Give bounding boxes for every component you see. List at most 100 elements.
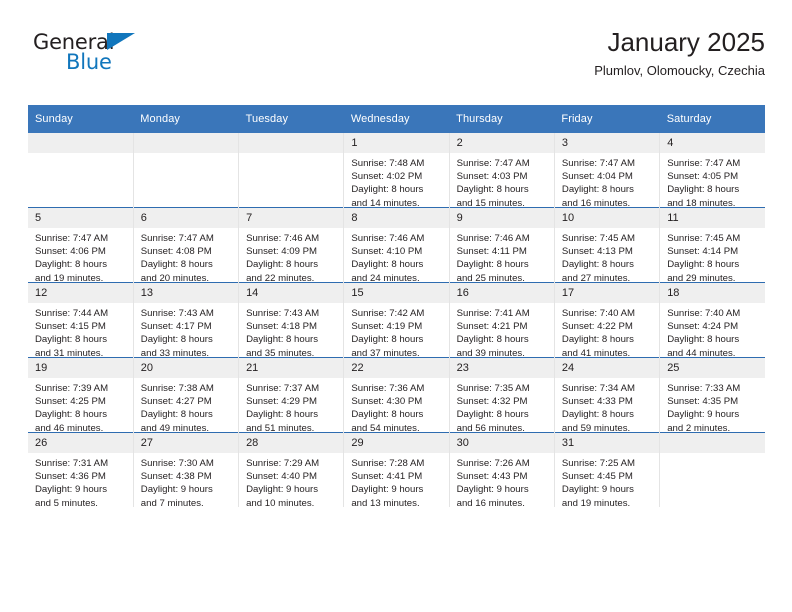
day-cell-inner: 9 Sunrise: 7:46 AM Sunset: 4:11 PM Daylight… [449,208,554,284]
calendar-week-row: 5 Sunrise: 7:47 AM Sunset: 4:06 PM Daylight… [28,207,765,285]
daylight-text: Daylight: 8 hours [561,334,634,346]
calendar-day-cell[interactable]: 20 Sunrise: 7:38 AM Sunset: 4:27 PM Dayligh… [133,357,240,434]
calendar-day-cell[interactable]: 8 Sunrise: 7:46 AM Sunset: 4:10 PM Daylight… [343,207,450,284]
sunset-text: Sunset: 4:24 PM [667,321,739,333]
calendar-day-cell[interactable]: 31 Sunrise: 7:25 AM Sunset: 4:45 PM Dayligh… [554,432,661,510]
weekday-header-friday: Friday [554,105,660,133]
day-details [28,153,133,157]
day-details: Sunrise: 7:29 AM Sunset: 4:40 PM Daylight:… [239,453,343,510]
day-cell-inner: 12 Sunrise: 7:44 AM Sunset: 4:15 PM Dayligh… [28,283,133,360]
calendar-day-cell[interactable]: 16 Sunrise: 7:41 AM Sunset: 4:21 PM Dayligh… [449,282,555,359]
day-number: 13 [133,283,239,303]
sunrise-text: Sunrise: 7:44 AM [35,308,109,319]
calendar-day-cell[interactable]: 15 Sunrise: 7:42 AM Sunset: 4:19 PM Dayligh… [343,282,450,359]
calendar-cell-empty [659,432,765,507]
calendar-week-row: 26 Sunrise: 7:31 AM Sunset: 4:36 PM Dayligh… [28,432,765,510]
calendar-day-cell[interactable]: 27 Sunrise: 7:30 AM Sunset: 4:38 PM Dayligh… [133,432,240,509]
sunrise-text: Sunrise: 7:48 AM [351,158,425,169]
day-number: 27 [133,433,239,453]
calendar-day-cell[interactable]: 9 Sunrise: 7:46 AM Sunset: 4:11 PM Daylight… [449,207,555,284]
day-cell-inner: 21 Sunrise: 7:37 AM Sunset: 4:29 PM Dayligh… [239,358,344,435]
daylight-text: Daylight: 8 hours [667,334,740,346]
calendar-day-cell[interactable]: 12 Sunrise: 7:44 AM Sunset: 4:15 PM Dayligh… [28,282,134,360]
sunset-text: Sunset: 4:40 PM [246,471,317,483]
calendar-day-cell[interactable]: 21 Sunrise: 7:37 AM Sunset: 4:29 PM Dayligh… [238,357,345,435]
day-details: Sunrise: 7:37 AM Sunset: 4:29 PM Daylight:… [239,378,343,435]
daylight-text: Daylight: 8 hours [351,259,424,271]
daylight-text: and 7 minutes. [140,497,204,509]
calendar-day-cell[interactable]: 5 Sunrise: 7:47 AM Sunset: 4:06 PM Daylight… [28,207,134,285]
sunrise-text: Sunrise: 7:35 AM [456,383,530,394]
day-cell-inner [28,133,133,207]
day-details: Sunrise: 7:47 AM Sunset: 4:06 PM Daylight:… [28,228,133,285]
day-details: Sunrise: 7:40 AM Sunset: 4:22 PM Daylight:… [555,303,659,360]
sunset-text: Sunset: 4:02 PM [351,171,423,183]
daylight-text: Daylight: 8 hours [35,259,107,271]
calendar-day-cell[interactable]: 28 Sunrise: 7:29 AM Sunset: 4:40 PM Dayligh… [238,432,345,510]
day-details: Sunrise: 7:43 AM Sunset: 4:18 PM Daylight:… [239,303,343,360]
sunrise-text: Sunrise: 7:36 AM [351,383,425,394]
daylight-text: Daylight: 9 hours [246,484,319,496]
day-number: 24 [554,358,660,378]
calendar-day-cell[interactable]: 2 Sunrise: 7:47 AM Sunset: 4:03 PM Daylight… [449,133,555,209]
day-number: 5 [28,208,133,228]
day-details: Sunrise: 7:34 AM Sunset: 4:33 PM Daylight:… [555,378,659,435]
calendar-day-cell[interactable]: 1 Sunrise: 7:48 AM Sunset: 4:02 PM Daylight… [343,133,450,209]
calendar-day-cell[interactable]: 25 Sunrise: 7:33 AM Sunset: 4:35 PM Dayligh… [659,357,765,434]
day-number: 31 [554,433,660,453]
day-number: 11 [660,208,765,228]
day-cell-inner: 17 Sunrise: 7:40 AM Sunset: 4:22 PM Dayligh… [554,283,660,360]
day-cell-inner: 27 Sunrise: 7:30 AM Sunset: 4:38 PM Dayligh… [133,433,239,509]
sunrise-text: Sunrise: 7:30 AM [140,458,214,469]
weekday-header-row: Sunday Monday Tuesday Wednesday Thursday Frid… [28,105,765,133]
calendar-day-cell[interactable]: 29 Sunrise: 7:28 AM Sunset: 4:41 PM Dayligh… [343,432,450,509]
calendar-day-cell[interactable]: 3 Sunrise: 7:47 AM Sunset: 4:04 PM Daylight… [554,133,661,209]
sunset-text: Sunset: 4:30 PM [351,396,423,408]
sunrise-text: Sunrise: 7:42 AM [351,308,425,319]
day-number [28,133,133,153]
daylight-text: Daylight: 9 hours [140,484,213,496]
calendar-day-cell[interactable]: 30 Sunrise: 7:26 AM Sunset: 4:43 PM Dayligh… [449,432,555,509]
daylight-text: Daylight: 8 hours [351,184,424,196]
day-details: Sunrise: 7:25 AM Sunset: 4:45 PM Daylight:… [555,453,659,510]
calendar-day-cell[interactable]: 22 Sunrise: 7:36 AM Sunset: 4:30 PM Dayligh… [343,357,450,434]
sunset-text: Sunset: 4:14 PM [667,246,739,258]
calendar-day-cell[interactable]: 26 Sunrise: 7:31 AM Sunset: 4:36 PM Dayligh… [28,432,134,509]
sunset-text: Sunset: 4:19 PM [351,321,423,333]
daylight-text: Daylight: 8 hours [456,409,529,421]
day-number: 6 [133,208,239,228]
calendar-day-cell[interactable]: 14 Sunrise: 7:43 AM Sunset: 4:18 PM Dayligh… [238,282,345,360]
day-cell-inner: 24 Sunrise: 7:34 AM Sunset: 4:33 PM Dayligh… [554,358,660,435]
calendar-page: General Blue January 2025 Plumlov, Olomo… [0,0,792,612]
calendar-day-cell[interactable]: 24 Sunrise: 7:34 AM Sunset: 4:33 PM Dayligh… [554,357,661,435]
day-number: 12 [28,283,133,303]
calendar-day-cell[interactable]: 17 Sunrise: 7:40 AM Sunset: 4:22 PM Dayligh… [554,282,661,360]
page-subtitle: Plumlov, Olomoucky, Czechia [594,62,765,78]
sunrise-text: Sunrise: 7:43 AM [246,308,320,319]
general-blue-logo[interactable]: General Blue [33,32,163,84]
calendar-day-cell[interactable]: 23 Sunrise: 7:35 AM Sunset: 4:32 PM Dayligh… [449,357,555,434]
day-number: 25 [660,358,765,378]
day-details [660,453,765,457]
sunrise-text: Sunrise: 7:46 AM [456,233,530,244]
calendar-day-cell[interactable]: 4 Sunrise: 7:47 AM Sunset: 4:05 PM Daylight… [659,133,765,209]
calendar-week-row: 19 Sunrise: 7:39 AM Sunset: 4:25 PM Dayligh… [28,357,765,435]
day-cell-inner: 31 Sunrise: 7:25 AM Sunset: 4:45 PM Dayligh… [554,433,660,510]
calendar-day-cell[interactable]: 19 Sunrise: 7:39 AM Sunset: 4:25 PM Dayligh… [28,357,134,434]
sunrise-text: Sunrise: 7:26 AM [456,458,530,469]
calendar-day-cell[interactable]: 18 Sunrise: 7:40 AM Sunset: 4:24 PM Dayligh… [659,282,765,360]
daylight-text: Daylight: 8 hours [246,334,319,346]
calendar-day-cell[interactable]: 7 Sunrise: 7:46 AM Sunset: 4:09 PM Daylight… [238,207,345,284]
calendar-day-cell[interactable]: 11 Sunrise: 7:45 AM Sunset: 4:14 PM Dayligh… [659,207,765,284]
daylight-text: Daylight: 8 hours [140,259,213,271]
day-cell-inner: 8 Sunrise: 7:46 AM Sunset: 4:10 PM Daylight… [344,208,449,284]
daylight-text: Daylight: 9 hours [35,484,107,496]
calendar-day-cell[interactable]: 6 Sunrise: 7:47 AM Sunset: 4:08 PM Daylight… [133,207,240,284]
calendar-day-cell[interactable]: 10 Sunrise: 7:45 AM Sunset: 4:13 PM Dayligh… [554,207,661,284]
day-cell-inner: 13 Sunrise: 7:43 AM Sunset: 4:17 PM Dayligh… [133,283,239,359]
day-details: Sunrise: 7:40 AM Sunset: 4:24 PM Daylight:… [660,303,765,360]
sunrise-text: Sunrise: 7:28 AM [351,458,425,469]
day-details: Sunrise: 7:44 AM Sunset: 4:15 PM Daylight:… [28,303,133,360]
day-cell-inner: 14 Sunrise: 7:43 AM Sunset: 4:18 PM Dayligh… [239,283,344,360]
calendar-day-cell[interactable]: 13 Sunrise: 7:43 AM Sunset: 4:17 PM Dayligh… [133,282,240,359]
